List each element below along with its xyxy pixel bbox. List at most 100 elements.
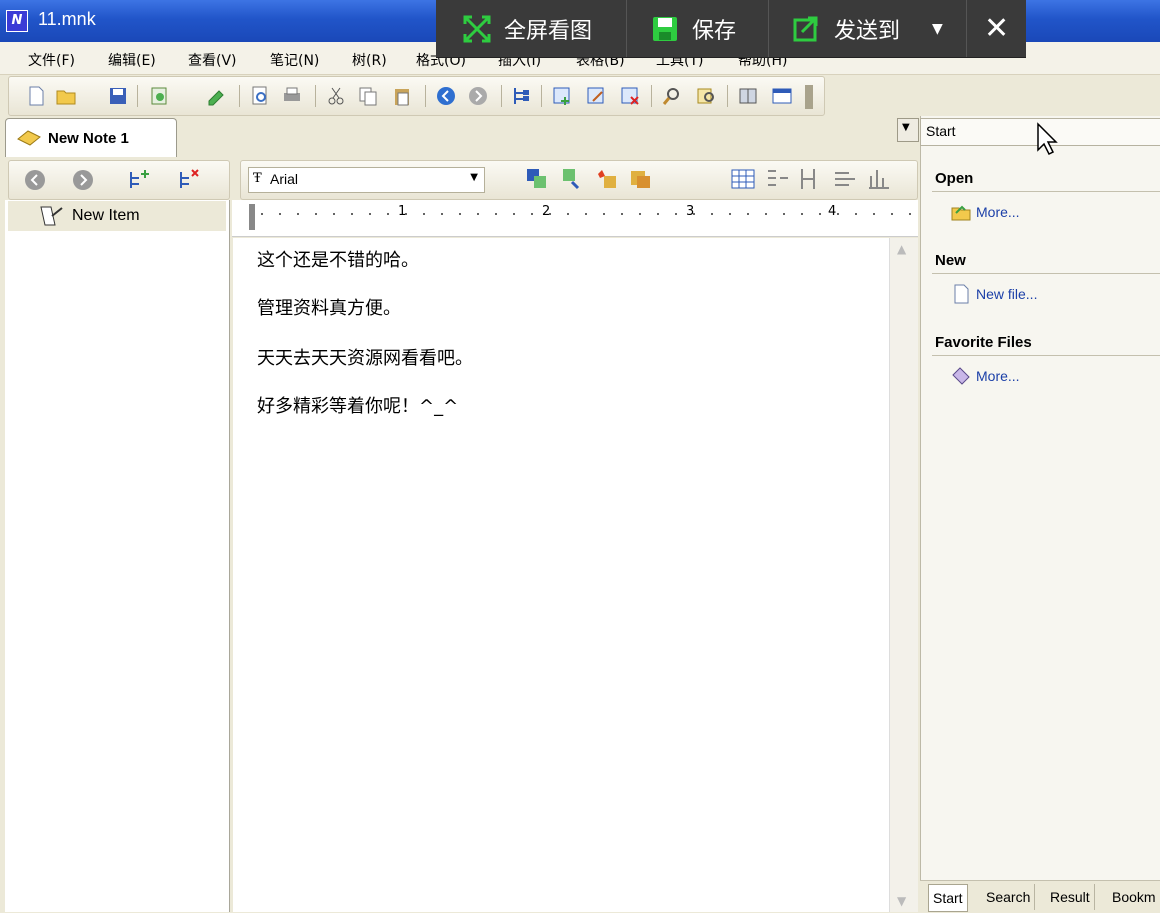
- ruler-tick: [459, 213, 461, 215]
- tab-result[interactable]: Result: [1046, 884, 1095, 910]
- ruler-mark: 3: [686, 204, 695, 219]
- save-label: 保存: [692, 18, 737, 44]
- tree-back-icon[interactable]: [23, 168, 47, 192]
- send-to-button[interactable]: 发送到: [792, 0, 900, 57]
- tab-search[interactable]: Search: [982, 884, 1036, 910]
- find-replace-icon[interactable]: [695, 85, 717, 107]
- ruler-tick: [531, 213, 533, 215]
- ruler-tick: [351, 213, 353, 215]
- open-folder-icon[interactable]: [55, 85, 77, 107]
- ruler-tick: [567, 213, 569, 215]
- ruler-tick: [909, 213, 911, 215]
- toolbar-separator: [727, 85, 728, 107]
- import-icon[interactable]: [149, 85, 171, 107]
- tree-toolbar: [8, 160, 230, 200]
- favorites-icon: [952, 367, 970, 385]
- tab-start[interactable]: Start: [928, 884, 968, 912]
- attachment-add-icon[interactable]: [594, 166, 620, 192]
- highlighter-icon[interactable]: [205, 85, 227, 107]
- section-favorites-title: Favorite Files: [935, 334, 1032, 351]
- ruler-tick: [387, 213, 389, 215]
- task-pane-selected: Start: [926, 123, 956, 139]
- ruler-tick: [603, 213, 605, 215]
- menu-file[interactable]: 文件(F): [28, 50, 75, 70]
- delete-tree-node-icon[interactable]: [177, 168, 203, 192]
- table-icon[interactable]: [730, 166, 756, 192]
- back-icon[interactable]: [435, 85, 457, 107]
- ruler-tick: [783, 213, 785, 215]
- menu-tree[interactable]: 树(R): [352, 50, 387, 70]
- new-document-icon[interactable]: [25, 85, 47, 107]
- overlay-separator: [966, 0, 967, 57]
- window-icon[interactable]: [771, 85, 793, 107]
- send-dropdown-button[interactable]: ▼: [932, 0, 943, 57]
- section-divider: [932, 273, 1160, 274]
- book-icon[interactable]: [737, 85, 759, 107]
- tab-label: New Note 1: [48, 130, 129, 147]
- split-cell-icon[interactable]: [796, 166, 822, 192]
- insert-row-icon[interactable]: [832, 166, 858, 192]
- toolbar-separator: [651, 85, 652, 107]
- link-icon[interactable]: [560, 166, 586, 192]
- tab-bookmarks[interactable]: Bookm: [1108, 884, 1160, 910]
- menu-view[interactable]: 查看(V): [188, 50, 237, 70]
- scroll-down-icon[interactable]: ▼: [897, 894, 906, 908]
- ruler-tick: [621, 213, 623, 215]
- delete-note-icon[interactable]: [619, 85, 641, 107]
- tree-view-icon[interactable]: [511, 85, 533, 107]
- toolbar-grip[interactable]: [805, 85, 813, 109]
- tree-forward-icon[interactable]: [71, 168, 95, 192]
- editor-line: 好多精彩等着你呢！^_^: [257, 396, 459, 417]
- add-note-icon[interactable]: [551, 85, 573, 107]
- favorites-more-link[interactable]: More...: [976, 368, 1020, 384]
- overlay-separator: [626, 0, 627, 57]
- ruler-tick: [657, 213, 659, 215]
- editor-scrollbar[interactable]: ▲ ▼: [889, 238, 918, 912]
- save-icon[interactable]: [107, 85, 129, 107]
- ruler-tick: [891, 213, 893, 215]
- task-pane: [920, 116, 1160, 912]
- ruler-tick: [765, 213, 767, 215]
- ruler-tick: [315, 213, 317, 215]
- ruler-tick: [873, 213, 875, 215]
- ruler-tick: [585, 213, 587, 215]
- link-add-icon[interactable]: [524, 166, 550, 192]
- task-pane-menu-button[interactable]: ▼: [897, 118, 919, 142]
- note-page-icon: [40, 206, 63, 226]
- add-tree-node-icon[interactable]: [127, 168, 153, 192]
- app-icon: N: [6, 10, 28, 32]
- print-icon[interactable]: [281, 85, 303, 107]
- attachment-icon[interactable]: [628, 166, 654, 192]
- ruler-tick: [675, 213, 677, 215]
- cut-icon[interactable]: [325, 85, 347, 107]
- ruler-tick: [369, 213, 371, 215]
- new-file-icon: [954, 284, 969, 304]
- chart-icon[interactable]: [866, 166, 892, 192]
- chevron-down-icon: ▼: [932, 20, 943, 37]
- toolbar-separator: [501, 85, 502, 107]
- fullscreen-button[interactable]: 全屏看图: [462, 0, 592, 57]
- new-file-link[interactable]: New file...: [976, 286, 1037, 302]
- ruler-tick: [819, 213, 821, 215]
- find-icon[interactable]: [661, 85, 683, 107]
- insert-column-icon[interactable]: [764, 166, 790, 192]
- share-icon: [792, 14, 822, 44]
- ruler-tick: [333, 213, 335, 215]
- open-more-link[interactable]: More...: [976, 204, 1020, 220]
- note-editor[interactable]: 这个还是不错的哈。 管理资料真方便。 天天去天天资源网看看吧。 好多精彩等着你呢…: [233, 238, 889, 912]
- forward-icon[interactable]: [467, 85, 489, 107]
- save-image-button[interactable]: 保存: [650, 0, 736, 57]
- paste-icon[interactable]: [391, 85, 413, 107]
- editor-line: 管理资料真方便。: [257, 298, 401, 319]
- menu-edit[interactable]: 编辑(E): [108, 50, 156, 70]
- scroll-up-icon[interactable]: ▲: [897, 242, 906, 256]
- print-preview-icon[interactable]: [249, 85, 271, 107]
- close-overlay-button[interactable]: ✕: [984, 0, 1009, 57]
- copy-icon[interactable]: [357, 85, 379, 107]
- menu-note[interactable]: 笔记(N): [270, 50, 319, 70]
- note-book-icon: [17, 130, 41, 146]
- section-divider: [932, 355, 1160, 356]
- edit-note-icon[interactable]: [585, 85, 607, 107]
- window-title: 11.mnk: [38, 9, 96, 29]
- toolbar-separator: [239, 85, 240, 107]
